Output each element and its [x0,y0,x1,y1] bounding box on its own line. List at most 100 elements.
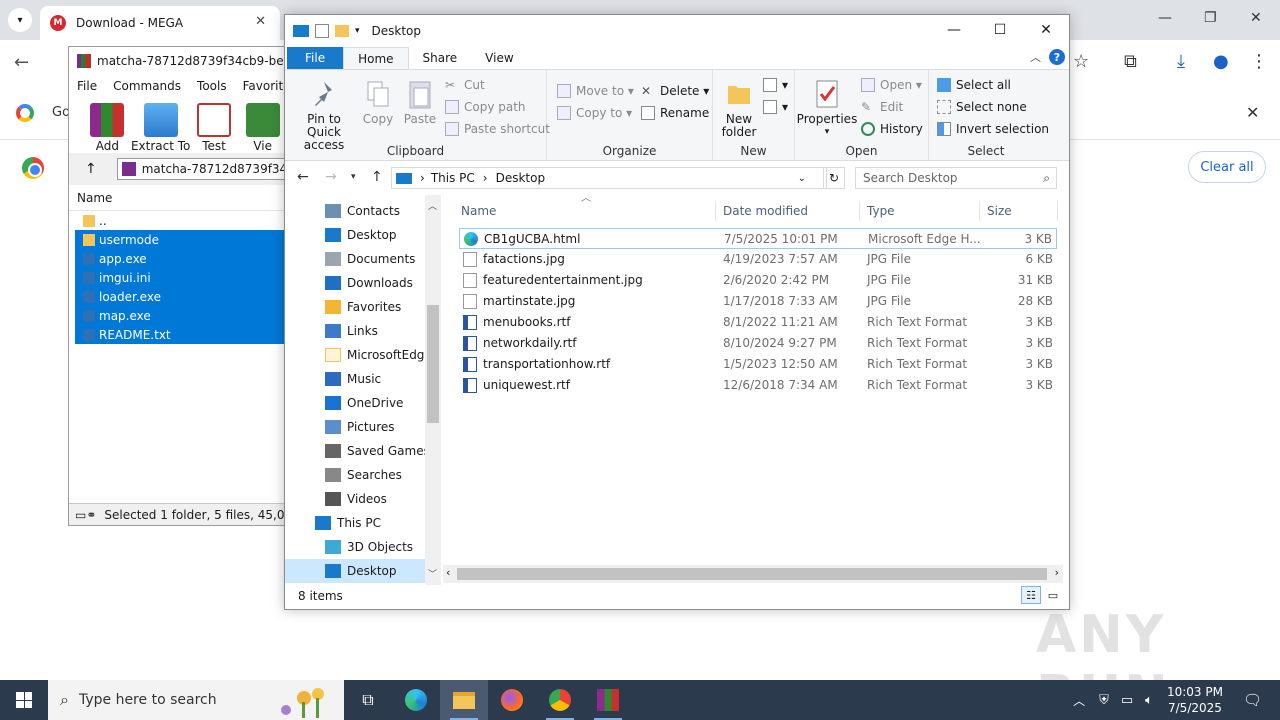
add-button[interactable]: Add [83,97,132,153]
tab-home[interactable]: Home [343,47,409,69]
file-row[interactable]: CB1gUCBA.html 7/5/2025 10:01 PM Microsoft … [459,228,1057,249]
show-hidden-icons-icon[interactable]: ︿ [1073,692,1085,709]
new-folder-button[interactable]: New folder [717,78,761,139]
bookmark-star-icon[interactable]: ☆ [1073,51,1089,72]
up-arrow-icon[interactable]: ↑ [371,169,383,185]
clear-all-button[interactable]: Clear all [1188,151,1266,183]
nav-item-desktop[interactable]: Desktop [285,223,425,247]
winrar-list-item[interactable]: usermode [75,230,287,249]
download-icon[interactable]: ⤓ [1177,51,1185,72]
scroll-left-icon[interactable]: ‹ [446,566,450,579]
winrar-list-item[interactable]: loader.exe [75,287,287,306]
network-icon[interactable]: ▭ [1121,693,1133,708]
scroll-up-icon[interactable]: ︿ [428,199,437,212]
file-row[interactable]: networkdaily.rtf 8/10/2024 9:27 PM Rich Te… [459,333,1057,354]
properties-qa-icon[interactable] [315,24,329,38]
menu-commands[interactable]: Commands [105,79,189,93]
nav-item-searches[interactable]: Searches [285,463,425,487]
minimize-button[interactable]: — [931,15,977,45]
maximize-button[interactable]: ☐ [977,15,1023,45]
nav-item-contacts[interactable]: Contacts [285,199,425,223]
refresh-button[interactable]: ↻ [823,167,845,189]
scroll-right-icon[interactable]: › [1055,566,1059,579]
paste-button[interactable]: Paste [401,78,439,126]
extensions-icon[interactable]: ⧉ [1124,51,1137,72]
file-row[interactable]: featuredentertainment.jpg 2/6/2020 2:42 P… [459,270,1057,291]
download-bar-close-icon[interactable]: ✕ [1246,103,1259,122]
invert-selection-button[interactable]: Invert selection [937,122,1049,136]
column-separator[interactable] [715,201,716,221]
extract-to-button[interactable]: Extract To [131,97,190,153]
column-separator[interactable] [859,201,860,221]
profile-icon[interactable]: ● [1213,51,1229,72]
copy-path-button[interactable]: Copy path [445,100,526,114]
pin-to-quick-access-button[interactable]: Pin to Quick access [289,78,359,152]
taskbar-clock[interactable]: 10:03 PM 7/5/2025 [1167,684,1223,716]
nav-item-3d-objects[interactable]: 3D Objects [285,535,425,559]
tab-search-button[interactable]: ▾ [8,8,32,32]
chrome-restore-button[interactable]: ❐ [1204,10,1217,26]
copy-to-button[interactable]: Copy to ▾ [557,106,632,120]
open-button[interactable]: Open ▾ [861,78,922,92]
copy-button[interactable]: Copy [361,78,395,126]
taskbar-file-explorer[interactable] [440,680,488,720]
cut-button[interactable]: ✂ Cut [445,78,485,92]
delete-button[interactable]: ✕ Delete ▾ [641,84,709,98]
properties-button[interactable]: Properties ▾ [797,78,857,139]
tab-view[interactable]: View [471,47,527,69]
winrar-path-field[interactable]: matcha-78712d8739f34cb [116,158,287,180]
defender-icon[interactable]: ⛨ [1099,693,1109,708]
column-separator[interactable] [979,201,980,221]
file-row[interactable]: uniquewest.rtf 12/6/2018 7:34 AM Rich Text… [459,375,1057,396]
close-button[interactable]: ✕ [1023,15,1069,45]
scroll-down-icon[interactable]: ﹀ [428,567,437,580]
nav-item-downloads[interactable]: Downloads [285,271,425,295]
rename-button[interactable]: Rename [641,106,709,120]
taskbar-chrome[interactable] [536,680,584,720]
file-row[interactable]: menubooks.rtf 8/1/2022 11:21 AM Rich Text … [459,312,1057,333]
taskbar-edge[interactable] [392,680,440,720]
column-header-name[interactable]: Name [461,199,496,223]
nav-item-favorites[interactable]: Favorites [285,295,425,319]
search-input[interactable]: Search Desktop ⌕ [855,167,1057,189]
help-icon[interactable]: ? [1049,49,1065,65]
menu-file[interactable]: File [69,79,105,93]
taskbar-firefox[interactable] [488,680,536,720]
nav-scroll-thumb[interactable] [427,305,439,423]
move-to-button[interactable]: Move to ▾ [557,84,634,98]
notifications-icon[interactable]: 🗨︎ [1243,691,1262,709]
taskbar-winrar[interactable] [584,680,632,720]
column-separator[interactable] [1057,201,1058,221]
winrar-list-item[interactable]: .. [75,211,287,230]
nav-item-microsoftedge[interactable]: MicrosoftEdge [285,343,432,367]
forward-arrow-icon[interactable]: → [325,169,337,185]
test-button[interactable]: Test [190,97,239,153]
chrome-close-button[interactable]: ✕ [1250,10,1262,26]
chrome-minimize-button[interactable]: — [1158,10,1172,26]
task-view-button[interactable]: ⧉ [344,680,392,720]
hscroll-thumb[interactable] [457,568,1047,580]
history-button[interactable]: History [861,122,923,136]
winrar-list-item[interactable]: app.exe [75,249,287,268]
address-dropdown-icon[interactable]: ⌄ [798,173,806,184]
easy-access-button[interactable]: ▾ [763,100,788,114]
nav-item-onedrive[interactable]: OneDrive [285,391,425,415]
paste-shortcut-button[interactable]: Paste shortcut [445,122,550,136]
tab-share[interactable]: Share [409,47,472,69]
chrome-menu-icon[interactable]: ⋮ [1250,51,1268,72]
tab-close-icon[interactable]: ✕ [255,14,266,29]
back-arrow-icon[interactable]: ← [297,169,309,185]
nav-item-desktop[interactable]: Desktop [285,559,425,583]
edit-button[interactable]: ✎ Edit [861,100,903,114]
qa-dropdown-icon[interactable]: ▾ [355,26,360,36]
column-header-date[interactable]: Date modified [723,199,808,223]
winrar-list-item[interactable]: README.txt [75,325,287,344]
column-header-type[interactable]: Type [867,199,895,223]
select-all-button[interactable]: Select all [937,78,1011,92]
ribbon-collapse-icon[interactable]: ︿ [1030,49,1041,65]
winrar-list-item[interactable]: imgui.ini [75,268,287,287]
recent-locations-icon[interactable]: ▾ [351,172,356,182]
nav-item-music[interactable]: Music [285,367,425,391]
large-icons-view-button[interactable]: ▭ [1043,586,1063,604]
file-row[interactable]: transportationhow.rtf 1/5/2023 12:50 AM Ri… [459,354,1057,375]
